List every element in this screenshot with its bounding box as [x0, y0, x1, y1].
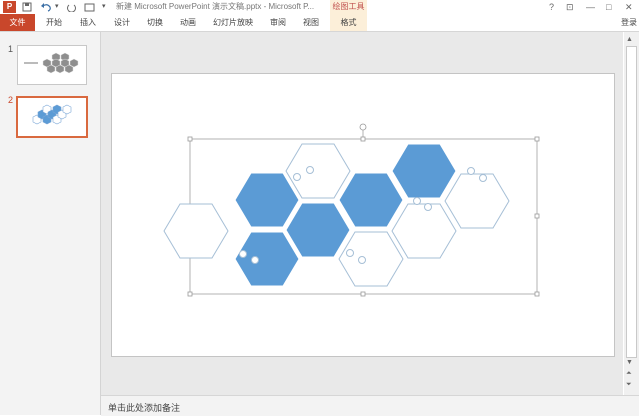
hexagon-diagram — [163, 123, 540, 297]
customize-quick-access-icon[interactable]: ▾ — [102, 1, 106, 13]
previous-slide-icon[interactable]: ⏶ — [626, 370, 632, 378]
scrollbar-thumb[interactable] — [626, 46, 637, 358]
hexagon-filled[interactable] — [285, 202, 351, 258]
ribbon-tab-bar: 文件 开始 插入 设计 切换 动画 幻灯片放映 审阅 视图 格式 登录 — [0, 14, 639, 32]
tab-file[interactable]: 文件 — [0, 14, 35, 31]
tab-transitions[interactable]: 切换 — [141, 14, 169, 31]
notes-placeholder[interactable]: 单击此处添加备注 — [108, 401, 180, 414]
resize-handle-right[interactable] — [534, 213, 540, 219]
tab-view[interactable]: 视图 — [297, 14, 325, 31]
shape-marker — [467, 167, 475, 175]
shape-marker — [293, 173, 301, 181]
slide-1-preview-graphic — [24, 52, 79, 74]
slide-editing-area — [101, 32, 623, 395]
tab-design[interactable]: 设计 — [108, 14, 136, 31]
hexagon-outline[interactable] — [338, 231, 404, 287]
hexagon-outline[interactable] — [391, 203, 457, 259]
resize-handle-top-left[interactable] — [187, 136, 193, 142]
minimize-icon[interactable]: — — [586, 1, 595, 13]
tab-format[interactable]: 格式 — [330, 14, 367, 31]
slide-thumbnail-pane: 1 2 — [0, 32, 101, 415]
tab-insert[interactable]: 插入 — [74, 14, 102, 31]
start-from-beginning-icon[interactable] — [84, 2, 96, 12]
notes-pane[interactable]: 单击此处添加备注 — [101, 395, 639, 416]
slide-thumbnail-2[interactable] — [16, 96, 88, 138]
hexagon-outline[interactable] — [444, 173, 510, 229]
tab-animations[interactable]: 动画 — [174, 14, 202, 31]
scroll-down-icon[interactable]: ▼ — [626, 359, 633, 367]
window-title: 新建 Microsoft PowerPoint 演示文稿.pptx - Micr… — [116, 2, 315, 11]
shape-marker — [306, 166, 314, 174]
hexagon-filled[interactable] — [391, 143, 457, 199]
resize-handle-bottom-right[interactable] — [534, 291, 540, 297]
slide-number-active: 2 — [8, 95, 14, 105]
scroll-up-icon[interactable]: ▲ — [626, 36, 633, 44]
hexagon-outline[interactable] — [163, 203, 229, 259]
save-icon[interactable] — [22, 2, 32, 12]
hexagon-filled[interactable] — [234, 172, 300, 228]
help-icon[interactable]: ? — [549, 1, 554, 13]
next-slide-icon[interactable]: ⏷ — [626, 381, 632, 389]
sign-in-link[interactable]: 登录 — [621, 14, 637, 31]
title-bar: P ▾ ▾ 新建 Microsoft PowerPoint 演示文稿.pptx … — [0, 0, 639, 14]
shape-marker — [424, 203, 432, 211]
shape-marker — [346, 249, 354, 257]
tab-home[interactable]: 开始 — [40, 14, 68, 31]
tab-review[interactable]: 审阅 — [264, 14, 292, 31]
resize-handle-bottom[interactable] — [360, 291, 366, 297]
hexagon-filled[interactable] — [234, 231, 300, 287]
shape-marker — [479, 174, 487, 182]
drawing-tools-label: 绘图工具 — [330, 0, 367, 14]
tab-slideshow[interactable]: 幻灯片放映 — [208, 14, 258, 31]
restore-icon[interactable]: □ — [606, 1, 611, 13]
close-icon[interactable]: ✕ — [625, 1, 633, 13]
undo-dropdown-icon[interactable]: ▾ — [55, 1, 59, 13]
resize-handle-top-right[interactable] — [534, 136, 540, 142]
shape-marker — [239, 250, 247, 258]
rotation-handle[interactable] — [359, 123, 367, 131]
ribbon-display-options-icon[interactable]: ⊡ — [566, 1, 574, 13]
shape-marker — [413, 197, 421, 205]
shape-marker — [251, 256, 259, 264]
slide-canvas[interactable] — [111, 73, 615, 357]
shape-marker — [358, 256, 366, 264]
slide-2-preview-graphic — [32, 104, 72, 125]
resize-handle-bottom-left[interactable] — [187, 291, 193, 297]
resize-handle-top[interactable] — [360, 136, 366, 142]
powerpoint-app-icon[interactable]: P — [3, 1, 16, 13]
slide-thumbnail-1[interactable] — [17, 45, 87, 85]
vertical-scrollbar[interactable]: ▲ ▼ ⏶ ⏷ — [624, 32, 639, 395]
hexagon-filled[interactable] — [338, 172, 404, 228]
hexagon-outline[interactable] — [285, 143, 351, 199]
redo-icon[interactable] — [66, 2, 76, 12]
undo-icon[interactable] — [40, 2, 54, 12]
slide-number: 1 — [8, 44, 14, 54]
